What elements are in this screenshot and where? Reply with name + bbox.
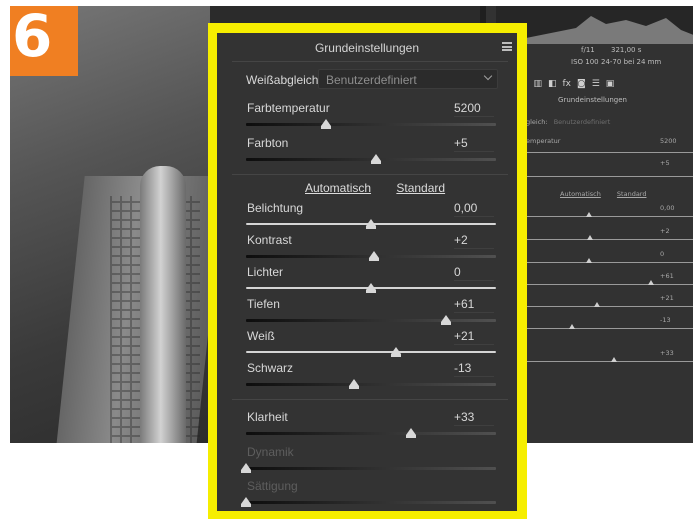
side-slider-track[interactable]: [526, 306, 693, 307]
slider-thumb-lichter[interactable]: [366, 283, 376, 293]
slider-thumb-farbtemperatur[interactable]: [321, 119, 331, 129]
side-slider-value: +2: [660, 227, 670, 235]
side-slider-thumb[interactable]: [568, 324, 575, 329]
slider-value-kontrast[interactable]: +2: [454, 233, 494, 249]
slider-label-weiß: Weiß: [247, 329, 275, 343]
side-slider-thumb[interactable]: [585, 212, 592, 217]
side-slider-value: +21: [660, 294, 674, 302]
slider-track-schwarz[interactable]: [246, 383, 496, 386]
slider-label-lichter: Lichter: [247, 265, 284, 279]
aperture: f/11: [581, 46, 595, 54]
auto-link[interactable]: Automatisch: [305, 181, 371, 195]
slider-track-sättigung[interactable]: [246, 501, 496, 504]
slider-track-klarheit[interactable]: [246, 432, 496, 435]
slider-value-tiefen[interactable]: +61: [454, 297, 494, 313]
basic-settings-panel: Grundeinstellungen Weißabgleich: Benutze…: [217, 33, 517, 511]
side-slider-track[interactable]: [526, 216, 693, 217]
side-tint-track[interactable]: [526, 176, 693, 177]
side-slider-track[interactable]: [526, 361, 693, 362]
side-slider-track[interactable]: [526, 284, 693, 285]
white-balance-value: Benutzerdefiniert: [326, 73, 417, 87]
menu-icon[interactable]: [502, 42, 512, 51]
split-icon[interactable]: ◧: [548, 79, 557, 91]
slider-track-tiefen[interactable]: [246, 319, 496, 322]
cylindrical-tower: [140, 166, 186, 443]
slider-track-weiß[interactable]: [246, 351, 496, 353]
side-tint-value: +5: [660, 159, 670, 167]
slider-value-weiß[interactable]: +21: [454, 329, 494, 345]
presets-icon[interactable]: ☰: [592, 79, 600, 91]
side-slider-value: +61: [660, 272, 674, 280]
divider: [232, 174, 508, 175]
side-wb-row: gleich: Benutzerdefiniert: [526, 118, 693, 126]
side-slider-value: +33: [660, 349, 674, 357]
white-balance-label: Weißabgleich:: [246, 73, 322, 87]
side-slider-track[interactable]: [526, 262, 693, 263]
slider-label-schwarz: Schwarz: [247, 361, 294, 375]
side-slider-thumb[interactable]: [611, 357, 617, 362]
slider-thumb-kontrast[interactable]: [368, 251, 379, 261]
side-slider-thumb[interactable]: [594, 302, 600, 307]
side-temp-label: emperatur: [526, 137, 561, 145]
tone-links: Automatisch Standard: [305, 181, 467, 195]
slider-label-kontrast: Kontrast: [247, 233, 292, 247]
slider-value-schwarz[interactable]: -13: [454, 361, 494, 377]
slider-thumb-farbton[interactable]: [371, 154, 381, 164]
slider-value-klarheit[interactable]: +33: [454, 410, 494, 426]
side-temp-track[interactable]: [526, 152, 693, 153]
camera-icon[interactable]: ◙: [577, 79, 586, 91]
tool-icons: ▲ ▤ ▥ ◧ fx ◙ ☰ ▣: [506, 79, 686, 91]
chevron-down-icon: [483, 71, 493, 81]
side-slider-value: 0: [660, 250, 665, 258]
iso: ISO 100: [571, 58, 599, 66]
slider-label-dynamik: Dynamik: [247, 445, 294, 459]
slider-label-farbtemperatur: Farbtemperatur: [247, 101, 330, 115]
white-balance-select[interactable]: Benutzerdefiniert: [318, 69, 498, 89]
side-wb-label: gleich:: [526, 118, 548, 126]
step-number-badge: 6: [10, 6, 78, 76]
fx-icon[interactable]: fx: [562, 79, 571, 91]
slider-thumb-dynamik[interactable]: [241, 463, 251, 473]
slider-thumb-tiefen[interactable]: [441, 315, 451, 325]
side-auto-link[interactable]: Automatisch: [560, 190, 601, 198]
slider-track-farbtemperatur[interactable]: [246, 123, 496, 126]
slider-value-lichter[interactable]: 0: [454, 265, 494, 281]
side-temp-value: 5200: [660, 137, 677, 145]
side-wb-value[interactable]: Benutzerdefiniert: [554, 118, 611, 126]
side-slider-track[interactable]: [526, 328, 693, 329]
slider-label-farbton: Farbton: [247, 136, 289, 150]
slider-thumb-schwarz[interactable]: [348, 379, 359, 389]
lens: 24-70 bei 24 mm: [601, 58, 662, 66]
slider-thumb-belichtung[interactable]: [366, 219, 376, 229]
side-slider-thumb[interactable]: [587, 235, 594, 240]
slider-thumb-klarheit[interactable]: [406, 428, 416, 438]
slider-value-farbtemperatur[interactable]: 5200: [454, 101, 494, 117]
hsl-icon[interactable]: ▥: [533, 79, 542, 91]
side-standard-link[interactable]: Standard: [617, 190, 647, 198]
standard-link[interactable]: Standard: [396, 181, 445, 195]
slider-label-belichtung: Belichtung: [247, 201, 304, 215]
side-links: Automatisch Standard: [560, 190, 693, 198]
side-slider-track[interactable]: [526, 239, 693, 240]
snapshots-icon[interactable]: ▣: [606, 79, 615, 91]
slider-thumb-sättigung[interactable]: [241, 497, 251, 507]
side-slider-thumb[interactable]: [585, 258, 592, 263]
side-temp-row: emperatur 5200: [526, 137, 693, 145]
slider-track-dynamik[interactable]: [246, 467, 496, 470]
divider: [232, 61, 508, 62]
divider: [232, 399, 508, 400]
slider-label-klarheit: Klarheit: [247, 410, 288, 424]
panel-title: Grundeinstellungen: [314, 41, 420, 55]
slider-value-belichtung[interactable]: 0,00: [454, 201, 494, 217]
side-slider-thumb[interactable]: [648, 280, 655, 285]
slider-label-tiefen: Tiefen: [247, 297, 280, 311]
side-slider-value: -13: [660, 316, 671, 324]
side-slider-value: 0,00: [660, 204, 675, 212]
slider-label-sättigung: Sättigung: [247, 479, 298, 493]
shutter-speed: 321,00 s: [611, 46, 642, 54]
slider-value-farbton[interactable]: +5: [454, 136, 494, 152]
slider-thumb-weiß[interactable]: [391, 347, 401, 357]
